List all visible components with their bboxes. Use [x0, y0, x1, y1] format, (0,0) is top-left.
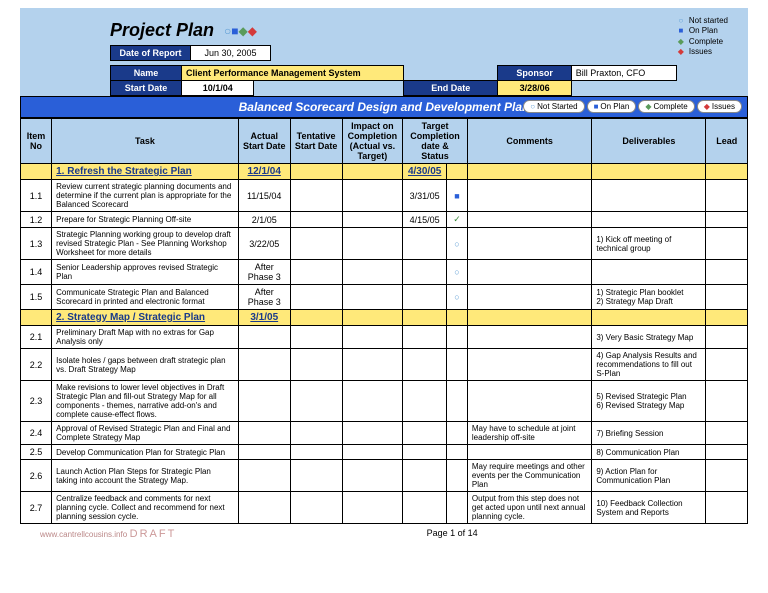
header-comments: Comments — [467, 119, 591, 164]
header-target: Target Completion date & Status — [403, 119, 468, 164]
filter-not-started[interactable]: ○Not Started — [523, 100, 584, 113]
date-report-value: Jun 30, 2005 — [191, 46, 271, 61]
table-row: 2.5 Develop Communication Plan for Strat… — [21, 445, 748, 460]
name-value: Client Performance Management System — [182, 66, 404, 81]
table-row: 2.4 Approval of Revised Strategic Plan a… — [21, 422, 748, 445]
header-task: Task — [52, 119, 239, 164]
table-row: 1.3 Strategic Planning working group to … — [21, 228, 748, 260]
start-date-label: Start Date — [111, 81, 182, 96]
legend: ○Not started ■On Plan ◆Complete ◆Issues — [677, 16, 748, 58]
table-row: 2.1 Preliminary Draft Map with no extras… — [21, 326, 748, 349]
end-date-value: 3/28/06 — [498, 81, 571, 96]
table-row: 1.5 Communicate Strategic Plan and Balan… — [21, 285, 748, 310]
section-row: 1. Refresh the Strategic Plan12/1/044/30… — [21, 164, 748, 180]
header-deliverables: Deliverables — [592, 119, 706, 164]
title-symbols: ○■◆◆ — [224, 24, 257, 38]
filter-issues[interactable]: ◆Issues — [697, 100, 742, 113]
header-tentative-start: Tentative Start Date — [290, 119, 342, 164]
table-row: 2.7 Centralize feedback and comments for… — [21, 492, 748, 524]
table-row: 2.3 Make revisions to lower level object… — [21, 381, 748, 422]
page-number: Page 1 of 14 — [427, 528, 478, 540]
main-table: Item No Task Actual Start Date Tentative… — [20, 118, 748, 524]
end-date-label: End Date — [404, 81, 498, 96]
table-row: 1.4 Senior Leadership approves revised S… — [21, 260, 748, 285]
sponsor-label: Sponsor — [498, 66, 571, 81]
section-row: 2. Strategy Map / Strategic Plan3/1/05 — [21, 310, 748, 326]
date-report-label: Date of Report — [111, 46, 191, 61]
header-actual-start: Actual Start Date — [238, 119, 290, 164]
name-label: Name — [111, 66, 182, 81]
header-lead: Lead — [706, 119, 748, 164]
table-row: 2.6 Launch Action Plan Steps for Strateg… — [21, 460, 748, 492]
table-row: 2.2 Isolate holes / gaps between draft s… — [21, 349, 748, 381]
filter-complete[interactable]: ◆Complete — [638, 100, 694, 113]
watermark: www.cantrellcousins.info DRAFT — [40, 528, 176, 540]
table-row: 1.2 Prepare for Strategic Planning Off-s… — [21, 212, 748, 228]
table-row: 1.1 Review current strategic planning do… — [21, 180, 748, 212]
filter-on-plan[interactable]: ■On Plan — [587, 100, 637, 113]
page-title: Project Plan — [110, 20, 214, 41]
start-date-value: 10/1/04 — [182, 81, 254, 96]
header-impact: Impact on Completion (Actual vs. Target) — [342, 119, 403, 164]
header-item: Item No — [21, 119, 52, 164]
sponsor-value: Bill Praxton, CFO — [571, 66, 676, 81]
